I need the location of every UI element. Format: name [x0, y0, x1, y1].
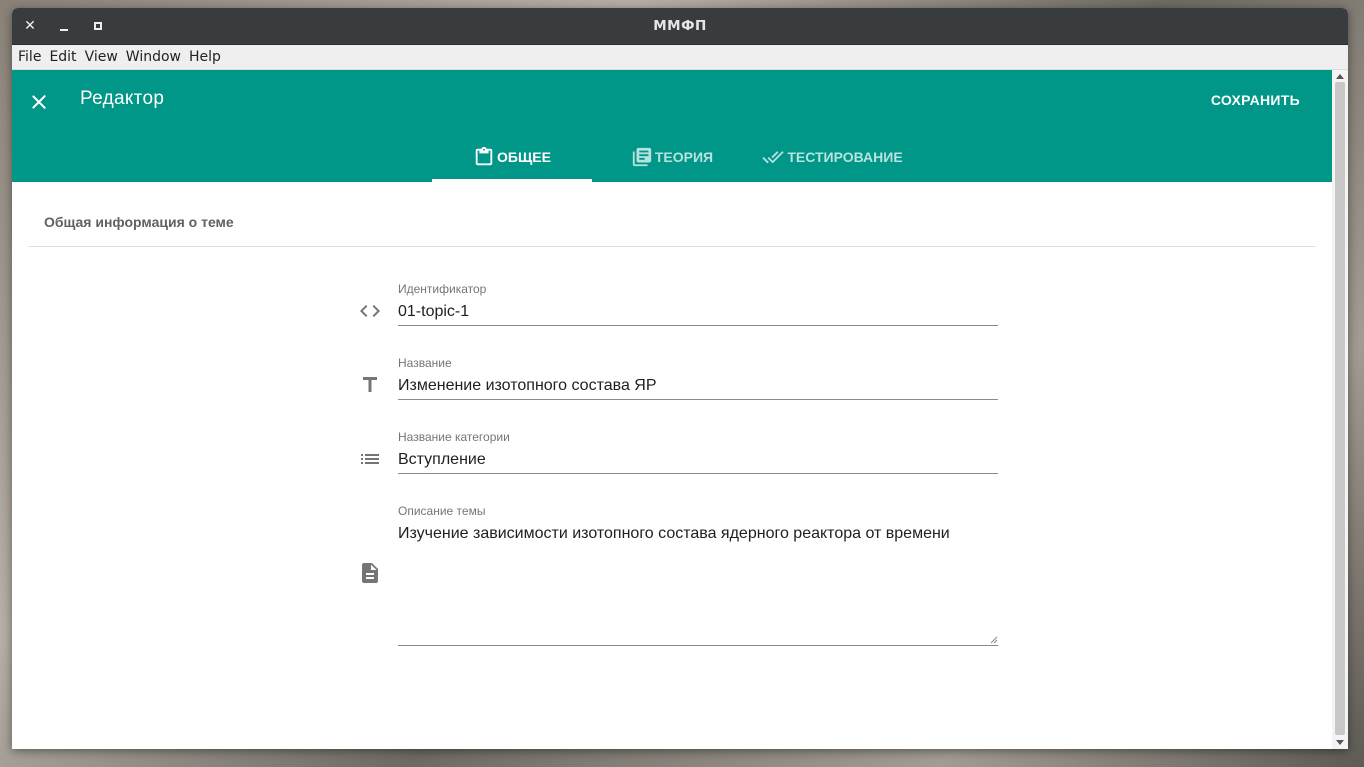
application-window: ✕ ММФП File Edit View Window Help Редакт… [12, 8, 1348, 749]
identifier-field: Идентификатор 01-topic-1 [358, 282, 998, 356]
description-textarea[interactable]: Изучение зависимости изотопного состава … [398, 520, 998, 646]
identifier-label: Идентификатор [398, 282, 487, 296]
identifier-field-body: Идентификатор 01-topic-1 [398, 282, 998, 326]
tab-theory[interactable]: ТЕОРИЯ [592, 132, 752, 182]
category-field: Название категории Вступление [358, 430, 998, 504]
menu-view[interactable]: View [81, 49, 122, 65]
name-label: Название [398, 356, 452, 370]
tab-theory-label: ТЕОРИЯ [654, 149, 714, 165]
description-field: Описание темы Изучение зависимости изото… [358, 504, 998, 654]
scrollbar-thumb[interactable] [1335, 82, 1345, 735]
list-icon [361, 454, 379, 464]
book-icon [632, 147, 652, 167]
save-button[interactable]: СОХРАНИТЬ [1211, 92, 1300, 108]
tab-bar: ОБЩЕЕ ТЕОРИЯ ТЕСТИРОВАНИЕ [432, 132, 912, 182]
tab-general[interactable]: ОБЩЕЕ [432, 132, 592, 182]
code-icon [360, 305, 380, 317]
tab-general-label: ОБЩЕЕ [497, 149, 551, 165]
menu-help[interactable]: Help [185, 49, 225, 65]
description-label: Описание темы [398, 504, 486, 518]
app-bar: Редактор СОХРАНИТЬ ОБЩЕЕ ТЕОРИЯ ТЕСТИРОВ… [12, 70, 1332, 182]
resize-grip-icon[interactable] [990, 636, 998, 644]
section-title: Общая информация о теме [28, 182, 1316, 247]
name-field: Название Изменение изотопного состава ЯР [358, 356, 998, 430]
scroll-up-arrow-icon[interactable] [1336, 74, 1344, 79]
category-field-body: Название категории Вступление [398, 430, 998, 474]
menu-edit[interactable]: Edit [45, 49, 80, 65]
title-bar: ✕ ММФП [12, 8, 1348, 45]
window-title: ММФП [653, 18, 707, 34]
clipboard-icon [475, 146, 493, 166]
name-field-body: Название Изменение изотопного состава ЯР [398, 356, 998, 400]
description-field-body: Описание темы Изучение зависимости изото… [398, 504, 998, 646]
menu-bar: File Edit View Window Help [12, 45, 1348, 70]
double-check-icon [762, 151, 785, 164]
vertical-scrollbar[interactable] [1332, 70, 1348, 749]
page-title: Редактор [80, 88, 165, 109]
menu-window[interactable]: Window [122, 49, 185, 65]
tab-testing[interactable]: ТЕСТИРОВАНИЕ [752, 132, 912, 182]
category-label: Название категории [398, 430, 510, 444]
menu-file[interactable]: File [14, 49, 45, 65]
document-icon [362, 563, 378, 583]
topic-form: Идентификатор 01-topic-1 Название Измене… [358, 282, 998, 654]
description-text: Изучение зависимости изотопного состава … [398, 525, 950, 542]
text-icon [363, 377, 377, 392]
name-input[interactable]: Изменение изотопного состава ЯР [398, 372, 998, 400]
category-input[interactable]: Вступление [398, 446, 998, 474]
scroll-down-arrow-icon[interactable] [1336, 740, 1344, 745]
close-icon[interactable] [28, 91, 50, 113]
identifier-input[interactable]: 01-topic-1 [398, 298, 998, 326]
main-content: Редактор СОХРАНИТЬ ОБЩЕЕ ТЕОРИЯ ТЕСТИРОВ… [12, 70, 1332, 749]
tab-testing-label: ТЕСТИРОВАНИЕ [787, 149, 903, 165]
